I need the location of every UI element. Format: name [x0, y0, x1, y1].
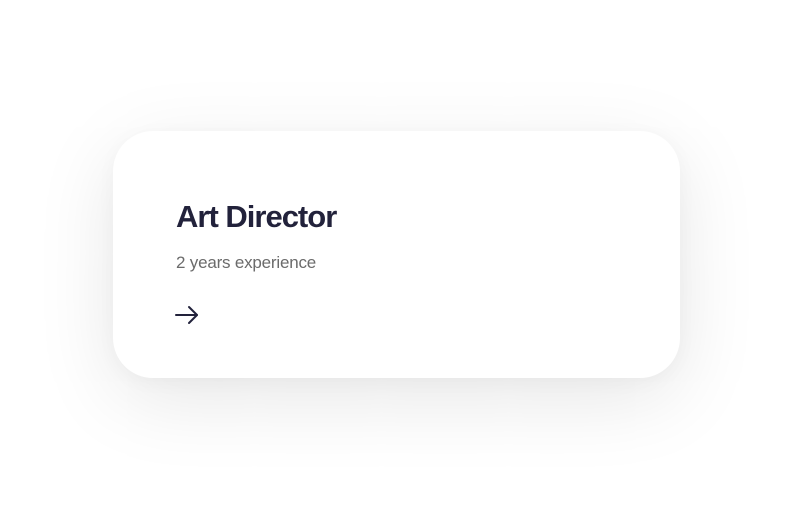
arrow-right-icon[interactable] — [174, 305, 200, 325]
experience-text: 2 years experience — [176, 253, 317, 272]
job-card[interactable]: Art Director 2 years experience — [113, 131, 680, 378]
job-title: Art Director — [176, 199, 337, 234]
